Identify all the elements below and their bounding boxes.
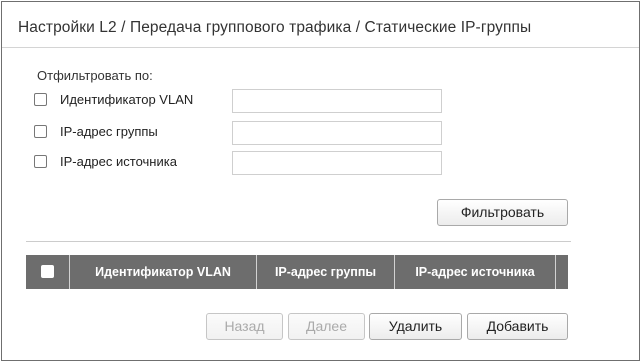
select-all-cell	[26, 255, 70, 289]
title-divider	[2, 47, 639, 48]
filter-vlan-checkbox[interactable]	[34, 93, 47, 106]
filter-by-label: Отфильтровать по:	[37, 68, 153, 83]
filter-source-ip-label: IP-адрес источника	[60, 154, 177, 169]
add-button[interactable]: Добавить	[467, 313, 568, 340]
page-title: Настройки L2 / Передача группового трафи…	[18, 19, 532, 36]
column-header-group-ip[interactable]: IP-адрес группы	[257, 255, 395, 289]
next-button[interactable]: Далее	[288, 313, 365, 340]
table-header: Идентификатор VLAN IP-адрес группы IP-ад…	[26, 255, 568, 289]
filter-group-ip-input[interactable]	[232, 121, 442, 145]
filter-source-ip-input[interactable]	[232, 151, 442, 175]
filter-vlan-label: Идентификатор VLAN	[60, 92, 194, 107]
column-header-vlan[interactable]: Идентификатор VLAN	[70, 255, 257, 289]
select-all-checkbox[interactable]	[41, 265, 54, 278]
column-header-spacer	[556, 255, 568, 289]
static-ip-groups-panel: Настройки L2 / Передача группового трафи…	[1, 1, 640, 361]
filter-group-ip-checkbox[interactable]	[34, 125, 47, 138]
filter-vlan-input[interactable]	[232, 89, 442, 113]
filter-source-ip-checkbox[interactable]	[34, 155, 47, 168]
back-button[interactable]: Назад	[206, 313, 283, 340]
section-divider	[26, 241, 571, 242]
column-header-source-ip[interactable]: IP-адрес источника	[395, 255, 556, 289]
filter-button[interactable]: Фильтровать	[437, 199, 568, 226]
filter-group-ip-label: IP-адрес группы	[60, 124, 158, 139]
delete-button[interactable]: Удалить	[369, 313, 462, 340]
